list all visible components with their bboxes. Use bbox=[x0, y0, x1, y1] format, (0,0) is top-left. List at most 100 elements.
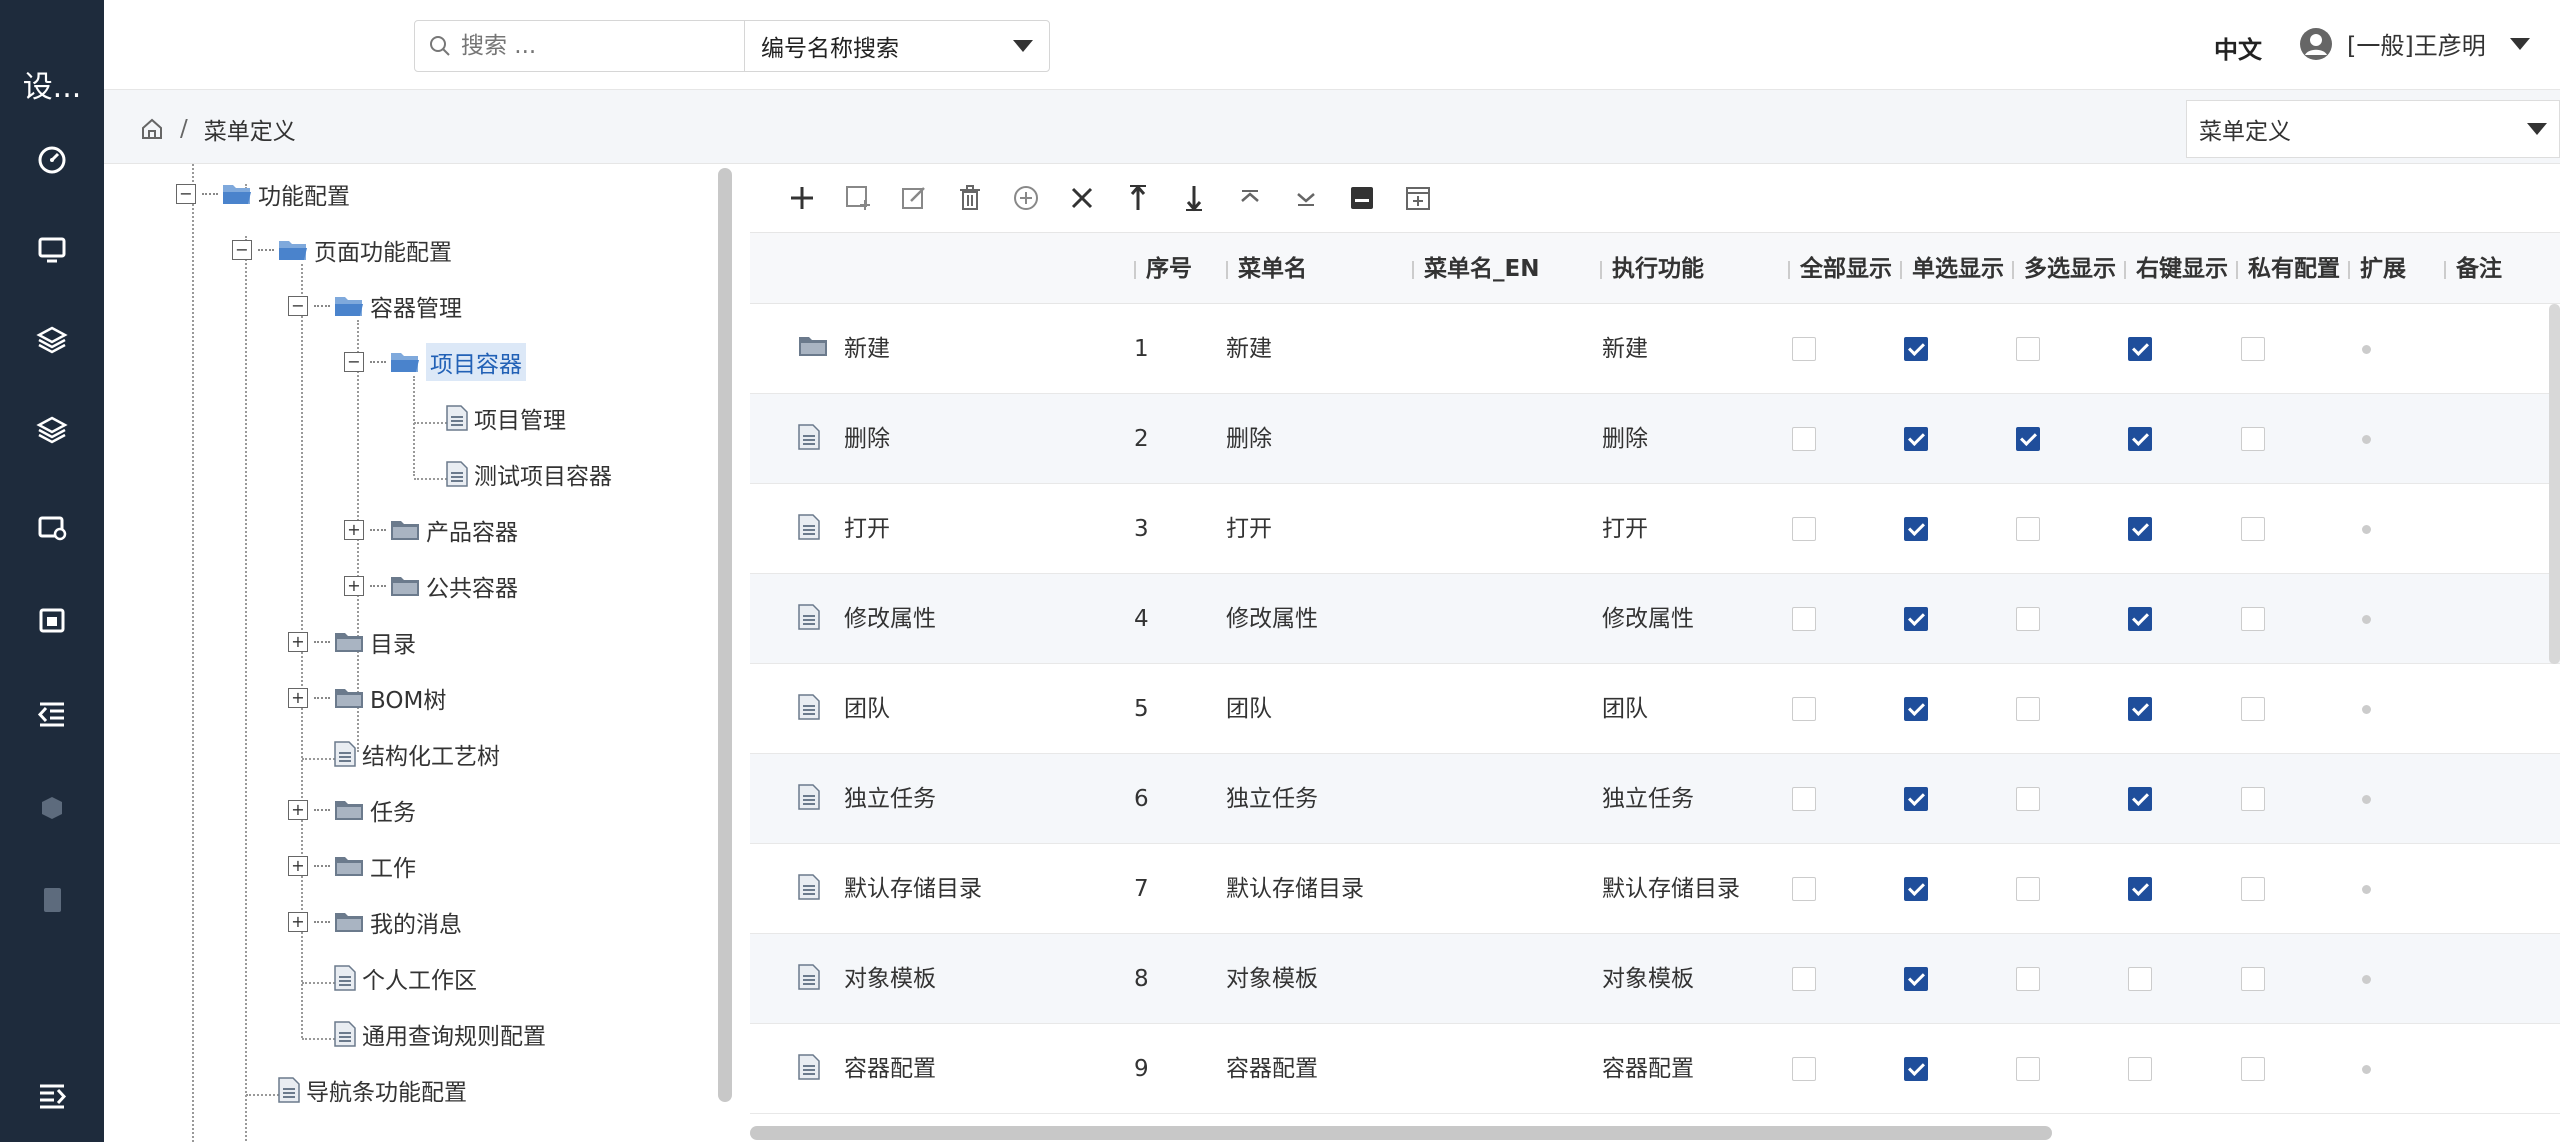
edit-icon[interactable] bbox=[886, 170, 942, 226]
col-right-click[interactable]: 右键显示 bbox=[2124, 233, 2228, 305]
col-remark[interactable]: 备注 bbox=[2444, 233, 2502, 305]
grid-horizontal-scrollbar[interactable] bbox=[750, 1126, 2052, 1140]
show-all-checkbox[interactable] bbox=[1792, 427, 1816, 451]
tree-node-my-messages[interactable]: + 我的消息 bbox=[288, 902, 462, 942]
multi-select-checkbox[interactable] bbox=[2016, 517, 2040, 541]
grid-vertical-scrollbar[interactable] bbox=[2549, 304, 2560, 664]
show-all-checkbox[interactable] bbox=[1792, 517, 1816, 541]
col-menu-name[interactable]: 菜单名 bbox=[1226, 233, 1307, 305]
save-icon[interactable] bbox=[1334, 170, 1390, 226]
search-input[interactable] bbox=[461, 33, 721, 59]
layers-alt-icon[interactable] bbox=[34, 412, 70, 448]
expand-toggle[interactable]: + bbox=[288, 856, 308, 876]
tree-scrollbar[interactable] bbox=[718, 168, 732, 1102]
col-multi-select[interactable]: 多选显示 bbox=[2012, 233, 2116, 305]
menu-collapse-icon[interactable] bbox=[34, 1078, 70, 1114]
tree-node-page-function-config[interactable]: − 页面功能配置 bbox=[232, 230, 452, 270]
private-config-checkbox[interactable] bbox=[2241, 877, 2265, 901]
table-row[interactable]: 独立任务 6 独立任务 独立任务 bbox=[750, 754, 2560, 844]
tree-node-function-config[interactable]: − 功能配置 bbox=[176, 174, 350, 214]
right-click-checkbox[interactable] bbox=[2128, 967, 2152, 991]
col-extend[interactable]: 扩展 bbox=[2348, 233, 2406, 305]
add-circle-icon[interactable] bbox=[998, 170, 1054, 226]
collapse-toggle[interactable]: − bbox=[232, 240, 252, 260]
tree-node-task[interactable]: + 任务 bbox=[288, 790, 416, 830]
multi-select-checkbox[interactable] bbox=[2016, 877, 2040, 901]
table-row[interactable]: 团队 5 团队 团队 bbox=[750, 664, 2560, 754]
table-row[interactable]: 默认存储目录 7 默认存储目录 默认存储目录 bbox=[750, 844, 2560, 934]
right-click-checkbox[interactable] bbox=[2128, 787, 2152, 811]
add-icon[interactable] bbox=[774, 170, 830, 226]
right-click-checkbox[interactable] bbox=[2128, 697, 2152, 721]
single-select-checkbox[interactable] bbox=[1904, 967, 1928, 991]
tree-node-project-container[interactable]: − 项目容器 bbox=[344, 342, 526, 382]
right-click-checkbox[interactable] bbox=[2128, 517, 2152, 541]
single-select-checkbox[interactable] bbox=[1904, 1057, 1928, 1081]
expand-toggle[interactable]: + bbox=[344, 576, 364, 596]
extend-dot-icon[interactable] bbox=[2362, 885, 2371, 894]
cube-icon[interactable] bbox=[34, 790, 70, 826]
private-config-checkbox[interactable] bbox=[2241, 967, 2265, 991]
table-row[interactable]: 删除 2 删除 删除 bbox=[750, 394, 2560, 484]
move-down-icon[interactable] bbox=[1166, 170, 1222, 226]
tablet-icon[interactable] bbox=[34, 882, 70, 918]
right-click-checkbox[interactable] bbox=[2128, 427, 2152, 451]
tree-node-bom-tree[interactable]: + BOM树 bbox=[288, 678, 446, 718]
col-single-select[interactable]: 单选显示 bbox=[1900, 233, 2004, 305]
expand-toggle[interactable]: + bbox=[288, 688, 308, 708]
multi-select-checkbox[interactable] bbox=[2016, 607, 2040, 631]
col-show-all[interactable]: 全部显示 bbox=[1788, 233, 1892, 305]
search-type-select[interactable]: 编号名称搜索 bbox=[745, 29, 1049, 63]
calendar-icon[interactable] bbox=[34, 602, 70, 638]
tree-node-public-container[interactable]: + 公共容器 bbox=[344, 566, 518, 606]
multi-select-checkbox[interactable] bbox=[2016, 967, 2040, 991]
single-select-checkbox[interactable] bbox=[1904, 697, 1928, 721]
table-row[interactable]: 对象模板 8 对象模板 对象模板 bbox=[750, 934, 2560, 1024]
show-all-checkbox[interactable] bbox=[1792, 607, 1816, 631]
private-config-checkbox[interactable] bbox=[2241, 337, 2265, 361]
col-private-config[interactable]: 私有配置 bbox=[2236, 233, 2340, 305]
monitor-icon[interactable] bbox=[34, 232, 70, 268]
tree-node-project-management[interactable]: 项目管理 bbox=[446, 398, 566, 438]
close-icon[interactable] bbox=[1054, 170, 1110, 226]
private-config-checkbox[interactable] bbox=[2241, 607, 2265, 631]
collapse-toggle[interactable]: − bbox=[176, 184, 196, 204]
extend-dot-icon[interactable] bbox=[2362, 1065, 2371, 1074]
tree-node-navbar-function-config[interactable]: 导航条功能配置 bbox=[278, 1070, 467, 1110]
private-config-checkbox[interactable] bbox=[2241, 1057, 2265, 1081]
private-config-checkbox[interactable] bbox=[2241, 787, 2265, 811]
delete-icon[interactable] bbox=[942, 170, 998, 226]
tree-node-product-container[interactable]: + 产品容器 bbox=[344, 510, 518, 550]
private-config-checkbox[interactable] bbox=[2241, 517, 2265, 541]
tree-node-directory[interactable]: + 目录 bbox=[288, 622, 416, 662]
extend-dot-icon[interactable] bbox=[2362, 705, 2371, 714]
tree-node-structured-process-tree[interactable]: 结构化工艺树 bbox=[334, 734, 500, 774]
private-config-checkbox[interactable] bbox=[2241, 427, 2265, 451]
single-select-checkbox[interactable] bbox=[1904, 787, 1928, 811]
col-seq[interactable]: 序号 bbox=[1134, 233, 1192, 305]
tree-node-personal-workspace[interactable]: 个人工作区 bbox=[334, 958, 477, 998]
multi-select-checkbox[interactable] bbox=[2016, 337, 2040, 361]
tree-node-test-project-container[interactable]: 测试项目容器 bbox=[446, 454, 612, 494]
extend-dot-icon[interactable] bbox=[2362, 345, 2371, 354]
right-click-checkbox[interactable] bbox=[2128, 1057, 2152, 1081]
table-row[interactable]: 新建 1 新建 新建 bbox=[750, 304, 2560, 394]
tree-node-work[interactable]: + 工作 bbox=[288, 846, 416, 886]
right-click-checkbox[interactable] bbox=[2128, 337, 2152, 361]
extend-dot-icon[interactable] bbox=[2362, 435, 2371, 444]
multi-select-checkbox[interactable] bbox=[2016, 787, 2040, 811]
multi-select-checkbox[interactable] bbox=[2016, 1057, 2040, 1081]
table-row[interactable]: 容器配置 9 容器配置 容器配置 bbox=[750, 1024, 2560, 1114]
right-click-checkbox[interactable] bbox=[2128, 877, 2152, 901]
layers-icon[interactable] bbox=[34, 322, 70, 358]
move-up-icon[interactable] bbox=[1110, 170, 1166, 226]
expand-toggle[interactable]: + bbox=[288, 912, 308, 932]
table-row[interactable]: 打开 3 打开 打开 bbox=[750, 484, 2560, 574]
collapse-toggle[interactable]: − bbox=[344, 352, 364, 372]
col-menu-name-en[interactable]: 菜单名_EN bbox=[1411, 233, 1539, 305]
home-icon[interactable] bbox=[140, 117, 164, 141]
single-select-checkbox[interactable] bbox=[1904, 607, 1928, 631]
language-switch[interactable]: 中文 bbox=[2214, 30, 2262, 65]
single-select-checkbox[interactable] bbox=[1904, 877, 1928, 901]
menu-definition-select[interactable]: 菜单定义 bbox=[2186, 100, 2560, 158]
